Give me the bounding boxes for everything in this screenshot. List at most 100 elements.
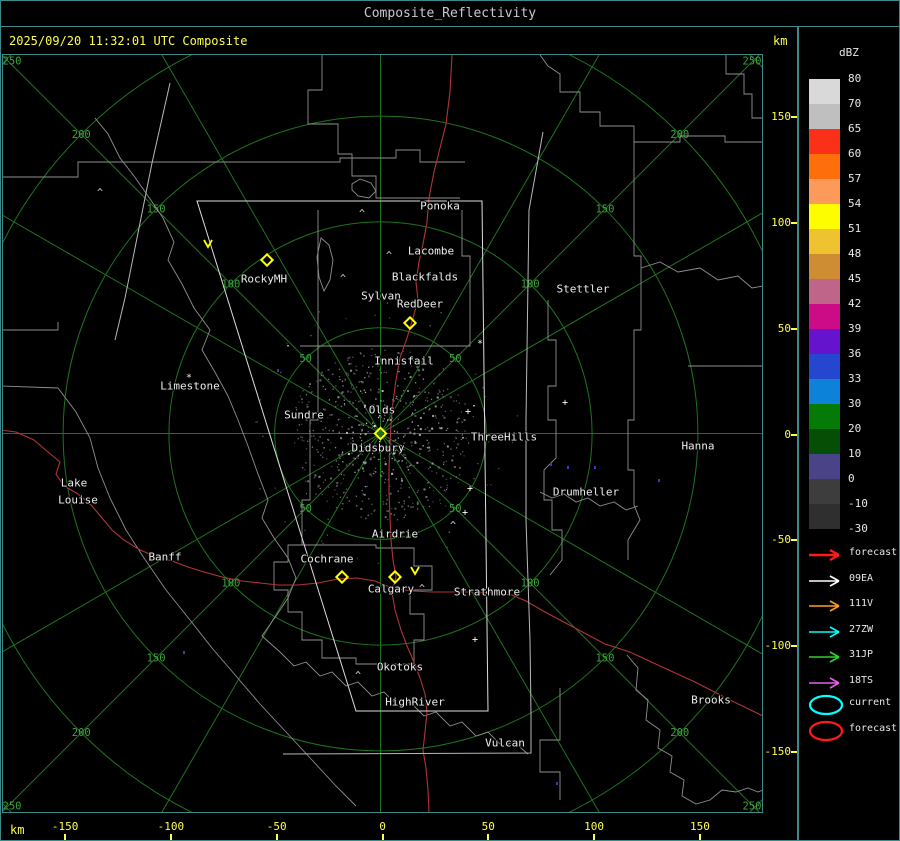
radial-120 xyxy=(380,433,853,707)
bottom-axis-tick-50 xyxy=(487,834,490,840)
scale-block-39 xyxy=(809,329,840,354)
scale-block-36 xyxy=(809,354,840,379)
scale-block-80 xyxy=(809,79,840,104)
legend-label: 18TS xyxy=(849,675,874,686)
weak-echo-speck xyxy=(556,782,558,785)
radar-map-canvas[interactable]: 50 5050 50100 100100 100150 150150 150200 20020… xyxy=(1,1,899,840)
city-label-airdrie: Airdrie xyxy=(372,528,418,541)
ring-label-250: 250 xyxy=(743,56,762,68)
boundary-line xyxy=(316,237,334,293)
legend-label: forecast xyxy=(849,723,898,734)
ellipse-glyph xyxy=(808,694,844,716)
arrow-glyph xyxy=(809,575,840,587)
ring-label-150: 150 xyxy=(595,204,614,216)
scale-value-57: 57 xyxy=(848,172,862,185)
weak-echo-speck xyxy=(183,651,185,654)
scale-value-45: 45 xyxy=(848,272,862,285)
radar-map-display[interactable]: 50 50 50 50 100 100 100 100 150 150 150 150 200 200 20… xyxy=(1,1,899,840)
caret-marker-icon: ^ xyxy=(359,209,365,220)
legend-label: 27ZW xyxy=(849,624,874,635)
scale-unit-label: dBZ xyxy=(839,46,859,59)
legend-ellipse-icon xyxy=(808,694,844,716)
boundary-line xyxy=(634,135,763,143)
caret-marker-icon: ^ xyxy=(419,584,425,595)
scale-value-30: 30 xyxy=(848,397,862,410)
boundary-line xyxy=(626,654,764,805)
timestamp-label: 2025/09/20 11:32:01 UTC Composite xyxy=(9,34,248,48)
dot-marker-icon: . xyxy=(460,431,466,442)
right-axis-tick-50 xyxy=(791,327,797,330)
city-label-strathmore: Strathmore xyxy=(454,586,520,599)
legend-ellipse-icon xyxy=(808,720,844,742)
cochrane-site-diamond-icon xyxy=(334,569,350,585)
right-axis-label-0: 0 xyxy=(784,427,791,441)
city-label-innisfail: Innisfail xyxy=(374,355,434,368)
plus-marker-icon: + xyxy=(562,398,568,409)
scale-block--10 xyxy=(809,504,840,529)
scale-value-42: 42 xyxy=(848,297,862,310)
city-label-stettler: Stettler xyxy=(557,283,610,296)
scale-value-51: 51 xyxy=(848,222,862,235)
scale-value-80: 80 xyxy=(848,72,862,85)
ring-label-100: 100 xyxy=(521,578,540,590)
boundary-line xyxy=(1,149,465,178)
legend-arrow-icon xyxy=(809,548,840,562)
legend-arrow-icon xyxy=(809,575,840,587)
city-label-blackfalds: Blackfalds xyxy=(392,271,458,284)
arrow-glyph xyxy=(809,677,840,689)
legend-arrow-icon xyxy=(809,651,840,663)
scale-block-10 xyxy=(809,454,840,479)
ring-label-50: 50 xyxy=(449,353,462,365)
boundary-line xyxy=(543,300,563,576)
right-axis-tick-100 xyxy=(791,221,797,224)
ring-label-150: 150 xyxy=(595,652,614,664)
legend-arrow-icon xyxy=(809,626,840,638)
scale-value-0: 0 xyxy=(848,472,855,485)
right-axis-label-100: 100 xyxy=(771,215,791,229)
ring-label-250: 250 xyxy=(3,801,21,813)
boundary-line xyxy=(640,261,764,289)
info-bar: 2025/09/20 11:32:01 UTC Composite km xyxy=(1,27,899,55)
right-axis-label--150: -150 xyxy=(764,744,792,758)
bottom-axis-label--150: -150 xyxy=(51,820,79,833)
city-label-drumheller: Drumheller xyxy=(553,486,620,499)
dot-marker-icon: . xyxy=(285,339,291,350)
city-label-hanna: Hanna xyxy=(681,440,714,453)
city-label-reddeer: RedDeer xyxy=(397,298,444,311)
bottom-axis-label--100: -100 xyxy=(157,820,185,833)
city-label-ponoka: Ponoka xyxy=(420,200,460,213)
scale-block-48 xyxy=(809,254,840,279)
legend-arrow-icon xyxy=(809,677,840,689)
ring-label-200: 200 xyxy=(72,727,91,739)
dot-marker-icon: . xyxy=(471,399,477,410)
caret-marker-icon: ^ xyxy=(97,188,103,199)
ring-label-150: 150 xyxy=(147,652,166,664)
right-axis-tick-0 xyxy=(791,433,797,436)
boundary-line xyxy=(307,55,460,199)
bottom-axis-tick--150 xyxy=(64,834,67,840)
city-label-sylvan: Sylvan xyxy=(361,290,401,303)
city-label-louise: Louise xyxy=(58,494,98,507)
scale-value-20: 20 xyxy=(848,422,862,435)
legend-label: 111V xyxy=(849,598,874,609)
city-label-banff: Banff xyxy=(148,551,181,564)
arrow-glyph xyxy=(809,600,840,612)
radial-300 xyxy=(1,213,381,434)
city-label-highriver: HighRiver xyxy=(385,696,445,709)
ring-label-250: 250 xyxy=(3,56,21,68)
caret-marker-icon: ^ xyxy=(386,251,392,262)
city-label-limestone: Limestone xyxy=(160,380,220,393)
bottom-axis-label-0: 0 xyxy=(379,820,386,833)
scale-block-20 xyxy=(809,429,840,454)
scale-block-70 xyxy=(809,104,840,129)
weak-echo-speck xyxy=(567,466,569,469)
azimuth-radials xyxy=(1,1,899,840)
right-axis-label-150: 150 xyxy=(771,110,791,124)
ellipse-glyph xyxy=(808,720,844,742)
scale-value-48: 48 xyxy=(848,247,862,260)
bottom-axis-unit-label: km xyxy=(10,823,25,837)
scale-block-60 xyxy=(809,154,840,179)
scale-block-45 xyxy=(809,279,840,304)
radar-window: Composite_Reflectivity 2025/09/20 11:32:… xyxy=(0,0,900,841)
scale-value--10: -10 xyxy=(848,497,868,510)
